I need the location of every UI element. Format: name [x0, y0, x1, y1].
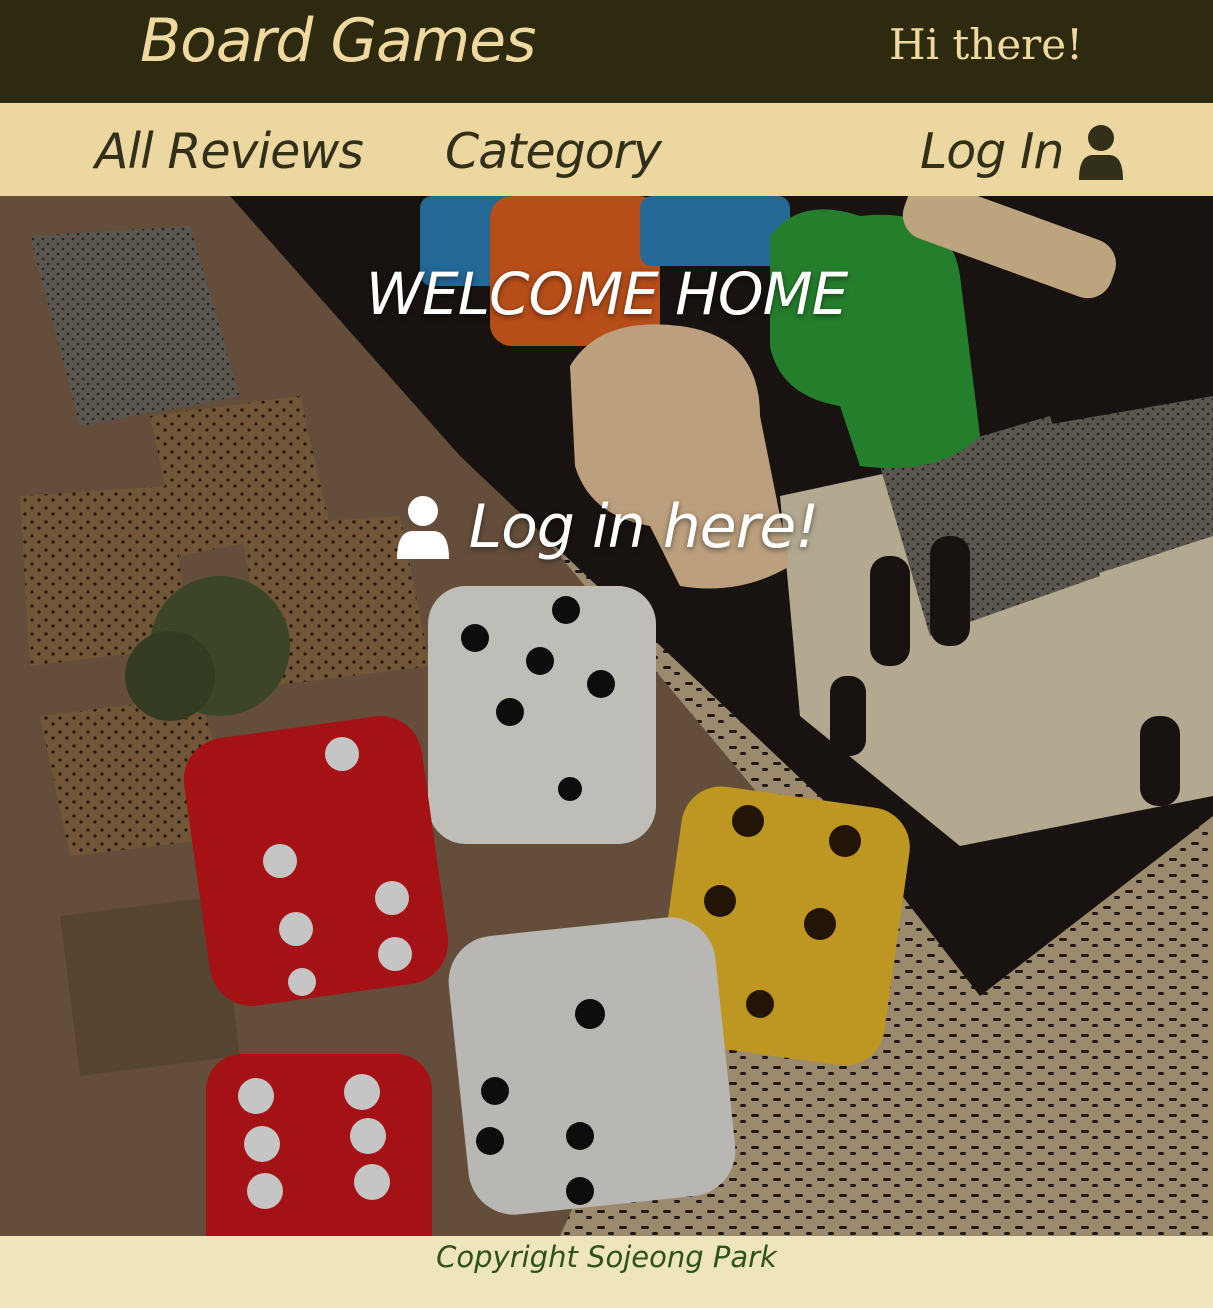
nav-login-label: Log In: [920, 123, 1064, 180]
main-nav: All Reviews Category Log In: [0, 103, 1213, 196]
greeting-text: Hi there!: [888, 20, 1083, 69]
nav-category[interactable]: Category: [445, 123, 662, 180]
hero-banner: WELCOME HOME Log in here!: [0, 196, 1213, 1236]
nav-all-reviews[interactable]: All Reviews: [95, 123, 364, 180]
brand-title[interactable]: Board Games: [140, 6, 536, 76]
user-icon: [1077, 124, 1125, 180]
user-icon: [395, 495, 451, 559]
site-header: Board Games Hi there!: [0, 0, 1213, 103]
nav-login[interactable]: Log In: [920, 123, 1125, 180]
copyright-text: Copyright Sojeong Park: [436, 1240, 777, 1274]
hero-login-link[interactable]: Log in here!: [0, 492, 1213, 562]
site-footer: Copyright Sojeong Park: [0, 1236, 1213, 1308]
hero-login-label: Log in here!: [468, 492, 820, 562]
welcome-heading: WELCOME HOME: [365, 260, 849, 328]
hero-overlay: [0, 196, 1213, 1236]
